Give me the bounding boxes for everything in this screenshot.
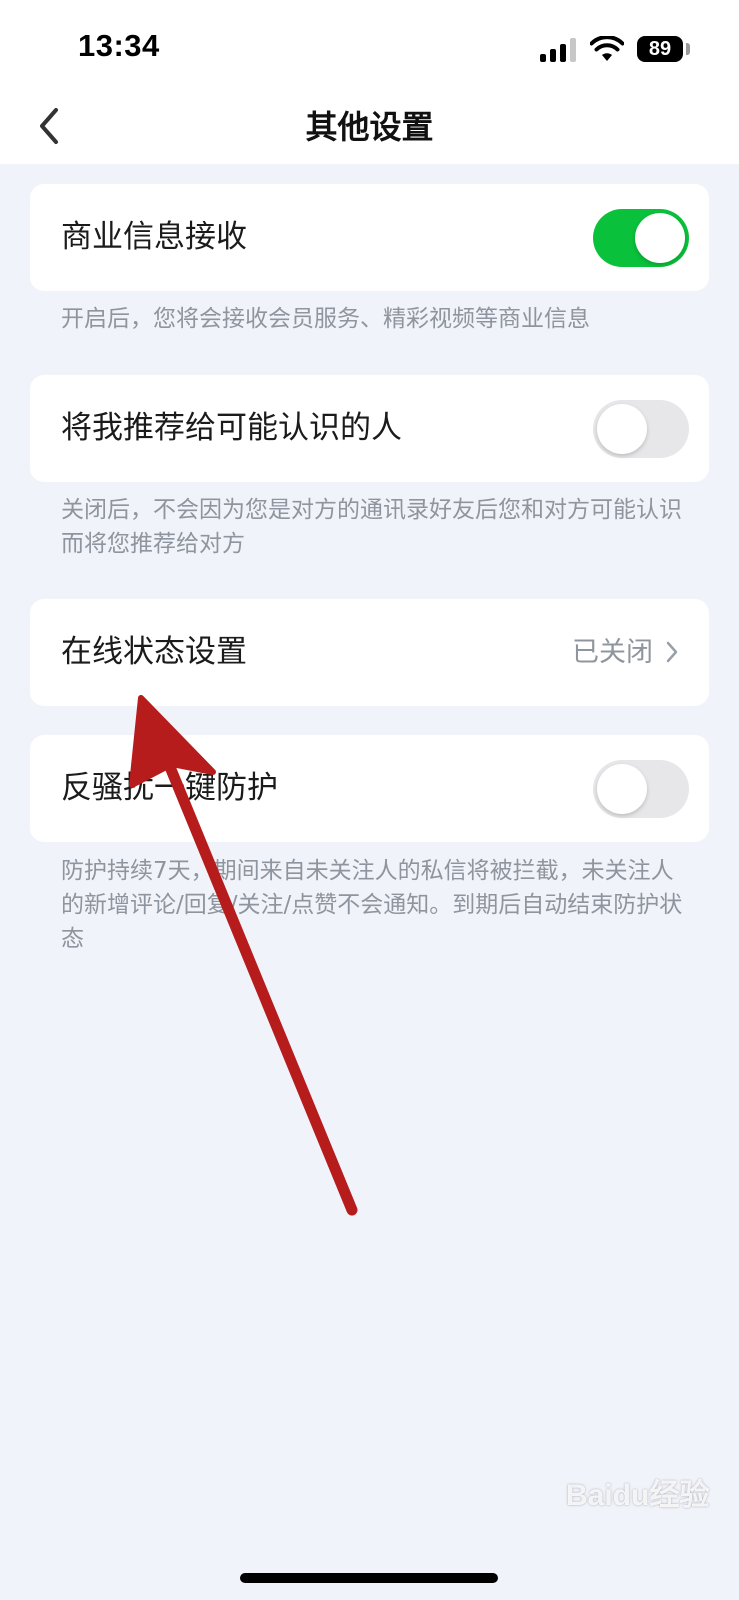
setting-label: 在线状态设置 bbox=[61, 634, 247, 670]
toggle-knob bbox=[635, 213, 685, 263]
setting-description: 关闭后，不会因为您是对方的通讯录好友后您和对方可能认识而将您推荐给对方 bbox=[61, 497, 682, 557]
toggle-knob bbox=[597, 764, 647, 814]
chevron-right-icon bbox=[666, 641, 678, 663]
setting-label: 反骚扰一键防护 bbox=[61, 770, 278, 806]
commercial-info-toggle[interactable] bbox=[593, 209, 689, 267]
home-indicator bbox=[240, 1573, 498, 1583]
watermark: Baidu经验 bbox=[566, 1479, 710, 1512]
setting-label: 将我推荐给可能认识的人 bbox=[61, 410, 402, 446]
online-status-value: 已关闭 bbox=[572, 637, 653, 668]
recommend-toggle[interactable] bbox=[593, 400, 689, 458]
page-title: 其他设置 bbox=[305, 108, 434, 146]
setting-anti-harassment: 反骚扰一键防护 bbox=[30, 735, 709, 842]
setting-commercial-info: 商业信息接收 bbox=[30, 184, 709, 291]
setting-description: 开启后，您将会接收会员服务、精彩视频等商业信息 bbox=[61, 306, 590, 332]
signal-icon bbox=[540, 38, 578, 62]
wifi-icon bbox=[590, 36, 624, 61]
setting-online-status[interactable]: 在线状态设置 已关闭 bbox=[30, 599, 709, 706]
setting-description: 防护持续7天，期间来自未关注人的私信将被拦截，未关注人的新增评论/回复/关注/点… bbox=[61, 858, 683, 952]
battery-level: 89 bbox=[637, 36, 683, 62]
setting-recommend: 将我推荐给可能认识的人 bbox=[30, 375, 709, 482]
battery-tip bbox=[686, 43, 690, 55]
anti-harassment-toggle[interactable] bbox=[593, 760, 689, 818]
toggle-knob bbox=[597, 404, 647, 454]
status-time: 13:34 bbox=[78, 28, 160, 63]
setting-label: 商业信息接收 bbox=[61, 219, 247, 255]
